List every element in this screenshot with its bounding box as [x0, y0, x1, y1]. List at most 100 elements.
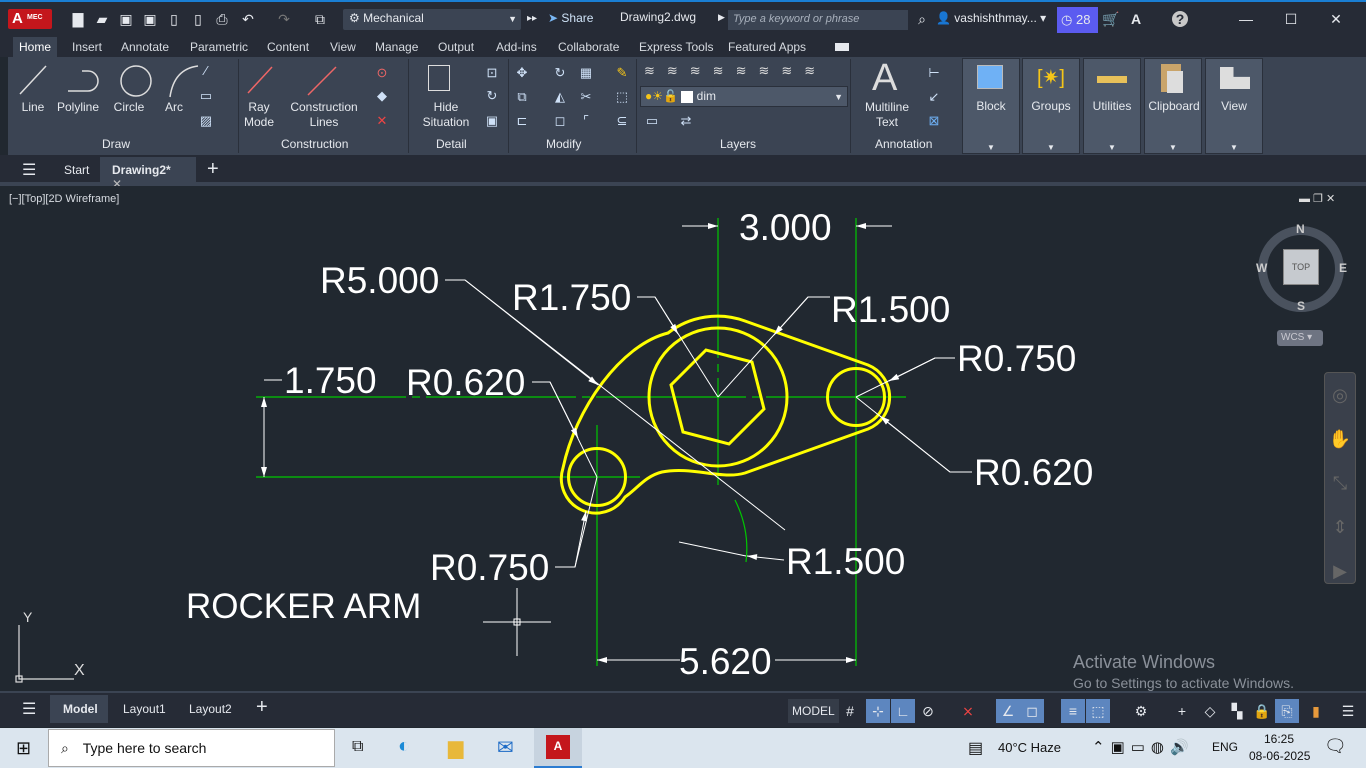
- zoom-extents-icon[interactable]: ⤡: [1325, 461, 1355, 505]
- model-space-button[interactable]: MODEL: [788, 699, 839, 723]
- hardware-accel-icon[interactable]: ▮: [1304, 699, 1328, 723]
- polyline-button[interactable]: Polyline: [55, 100, 101, 115]
- 3d-box-icon[interactable]: ⬚: [614, 89, 630, 105]
- annotation-panel-label[interactable]: Annotation: [875, 137, 932, 151]
- file-explorer-icon[interactable]: ▆: [448, 735, 463, 760]
- tab-home[interactable]: Home: [13, 37, 58, 57]
- minimize-button[interactable]: —: [1238, 11, 1254, 27]
- publish-icon[interactable]: ▯: [166, 11, 182, 27]
- detail-box-icon[interactable]: ▣: [484, 113, 500, 129]
- arc-button[interactable]: Arc: [163, 100, 185, 115]
- file-tab-drawing2[interactable]: Drawing2* ✕: [100, 157, 196, 191]
- trial-timer-button[interactable]: ◷ 28: [1057, 7, 1098, 33]
- layer-properties-icon[interactable]: ▭: [644, 113, 660, 129]
- circle-center-icon[interactable]: ⊙: [374, 65, 390, 81]
- customization-icon[interactable]: ☰: [1336, 699, 1360, 723]
- leader-icon[interactable]: ↙: [926, 89, 942, 105]
- mirror-icon[interactable]: ◭: [552, 89, 568, 105]
- grid-icon[interactable]: #: [838, 699, 862, 723]
- viewcube-top-face[interactable]: TOP: [1283, 249, 1319, 285]
- close-button[interactable]: ✕: [1328, 11, 1344, 27]
- draw-panel-label[interactable]: Draw: [102, 137, 130, 151]
- compass-n[interactable]: N: [1296, 222, 1305, 236]
- isolate-icon[interactable]: ⎘: [1275, 699, 1299, 723]
- block-panel[interactable]: Block ▼: [962, 58, 1020, 154]
- lineweight-icon[interactable]: ≡: [1061, 699, 1085, 723]
- compass-w[interactable]: W: [1256, 261, 1267, 275]
- tab-manage[interactable]: Manage: [369, 37, 424, 57]
- rectangle-icon[interactable]: ▭: [198, 88, 214, 104]
- system-tray-icons[interactable]: ⌃▣▭◍🔊: [1092, 738, 1195, 756]
- search-icon[interactable]: ⌕: [914, 11, 930, 27]
- scale-icon[interactable]: ◻: [552, 113, 568, 129]
- new-tab-button[interactable]: +: [207, 158, 219, 181]
- tab-annotate[interactable]: Annotate: [115, 37, 175, 57]
- utilities-panel[interactable]: Utilities ▼: [1083, 58, 1141, 154]
- tab-view[interactable]: View: [324, 37, 362, 57]
- delete-construction-icon[interactable]: ✕: [374, 113, 390, 129]
- table-icon[interactable]: ⊠: [926, 113, 942, 129]
- layout-menu-icon[interactable]: ☰: [22, 699, 36, 719]
- match-properties-icon[interactable]: ✎: [614, 65, 630, 81]
- task-view-icon[interactable]: ⧉: [352, 738, 363, 756]
- annotation-scale-icon[interactable]: ◇: [1198, 699, 1222, 723]
- circle-button[interactable]: Circle: [111, 100, 147, 115]
- tab-insert[interactable]: Insert: [66, 37, 108, 57]
- user-menu[interactable]: 👤 vashishthmay... ▾: [936, 11, 1046, 25]
- line-button[interactable]: Line: [20, 100, 46, 115]
- trim-icon[interactable]: ✂: [578, 89, 594, 105]
- rotate-icon[interactable]: ↻: [552, 65, 568, 81]
- settings-icon[interactable]: ⚙: [1129, 699, 1153, 723]
- weather-status[interactable]: 40°C Haze: [998, 740, 1061, 755]
- 3d-osnap-icon[interactable]: ⬚: [1086, 699, 1110, 723]
- copy-icon[interactable]: ⧉: [514, 89, 530, 105]
- tab-content[interactable]: Content: [261, 37, 315, 57]
- wcs-dropdown[interactable]: WCS ▾: [1277, 330, 1323, 346]
- expand-icon[interactable]: ▸▸: [524, 11, 540, 27]
- workspace-dropdown[interactable]: ⚙ Mechanical ▼: [343, 9, 521, 30]
- lock-ui-icon[interactable]: 🔒: [1250, 699, 1274, 723]
- steering-wheel-icon[interactable]: ◎: [1325, 373, 1355, 417]
- construction-lines-button[interactable]: Construction Lines: [288, 100, 360, 130]
- layer-dropdown[interactable]: ●☀🔓 dim ▼: [640, 86, 848, 107]
- search-input[interactable]: Type a keyword or phrase: [728, 10, 908, 30]
- tab-collaborate[interactable]: Collaborate: [552, 37, 625, 57]
- view-panel[interactable]: View ▼: [1205, 58, 1263, 154]
- fillet-icon[interactable]: ⌜: [578, 113, 594, 129]
- multiline-text-button[interactable]: Multiline Text: [860, 100, 914, 130]
- clock-date[interactable]: 08-06-2025: [1249, 749, 1310, 763]
- maximize-button[interactable]: ☐: [1283, 11, 1299, 27]
- object-snap-icon[interactable]: ◻: [1020, 699, 1044, 723]
- new-file-icon[interactable]: ▇: [70, 11, 86, 27]
- cart-icon[interactable]: 🛒: [1102, 11, 1119, 27]
- windows-start-icon[interactable]: ⊞: [16, 738, 31, 759]
- offset-icon[interactable]: ⊆: [614, 113, 630, 129]
- tab-featured-apps[interactable]: Featured Apps: [722, 37, 812, 57]
- tab-express-tools[interactable]: Express Tools: [633, 37, 719, 57]
- array-icon[interactable]: ▦: [578, 65, 594, 81]
- orbit-icon[interactable]: ⇕: [1325, 505, 1355, 549]
- redo-icon[interactable]: ↷: [276, 11, 292, 27]
- detail-panel-label[interactable]: Detail: [436, 137, 467, 151]
- expand-search-icon[interactable]: ▶: [718, 12, 725, 23]
- taskbar-search[interactable]: ⌕ Type here to search: [48, 729, 335, 767]
- dynamic-ucs-icon[interactable]: ∠: [996, 699, 1020, 723]
- layer-match-icon[interactable]: ⇄: [678, 113, 694, 129]
- compass-e[interactable]: E: [1339, 261, 1347, 275]
- file-tab-start[interactable]: Start: [64, 163, 89, 177]
- save-icon[interactable]: ▣: [118, 11, 134, 27]
- tab-parametric[interactable]: Parametric: [184, 37, 254, 57]
- app-menu-button[interactable]: A MEC: [8, 9, 52, 29]
- stretch-icon[interactable]: ⊏: [514, 113, 530, 129]
- print-icon[interactable]: ⎙: [214, 11, 230, 27]
- groups-panel[interactable]: [✷] Groups ▼: [1022, 58, 1080, 154]
- construction-line-icon[interactable]: ⁄: [198, 63, 214, 79]
- workspace-switch-icon[interactable]: ⧉: [312, 11, 328, 27]
- share-button[interactable]: ➤ Share: [548, 11, 593, 25]
- workspace-icon[interactable]: ▚: [1225, 699, 1249, 723]
- move-icon[interactable]: ✥: [514, 65, 530, 81]
- detail-text-icon[interactable]: ⊡: [484, 65, 500, 81]
- tab-output[interactable]: Output: [432, 37, 480, 57]
- plus-icon[interactable]: +: [1170, 699, 1194, 723]
- drawing-canvas[interactable]: [−][Top][2D Wireframe] ▬ ❐ ✕ 3.000 1.750…: [3, 186, 1362, 691]
